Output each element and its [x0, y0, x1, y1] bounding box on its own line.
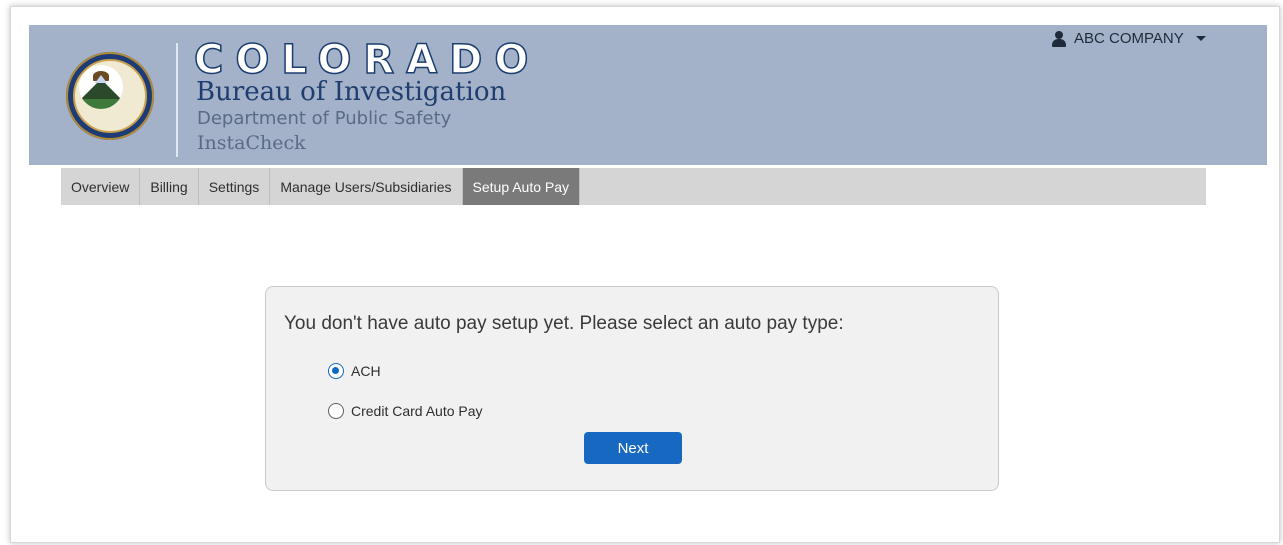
main-nav: Overview Billing Settings Manage Users/S…: [61, 168, 1206, 205]
tab-overview[interactable]: Overview: [61, 168, 141, 205]
header-subtitle-department: Department of Public Safety: [197, 108, 452, 129]
tab-manage-users-subsidiaries[interactable]: Manage Users/Subsidiaries: [270, 168, 463, 205]
auto-pay-prompt: You don't have auto pay setup yet. Pleas…: [284, 313, 844, 334]
site-header: COLORADO Bureau of Investigation Departm…: [29, 25, 1267, 165]
ach-label: ACH: [351, 363, 381, 379]
ach-radio[interactable]: [328, 363, 344, 379]
next-button[interactable]: Next: [584, 432, 682, 464]
tab-setup-auto-pay[interactable]: Setup Auto Pay: [462, 168, 581, 205]
auto-pay-panel: You don't have auto pay setup yet. Pleas…: [265, 286, 999, 491]
radio-option-credit-card[interactable]: Credit Card Auto Pay: [328, 403, 483, 419]
cbi-seal-logo: [66, 52, 154, 140]
credit-card-label: Credit Card Auto Pay: [351, 403, 483, 419]
person-icon: [1052, 30, 1066, 47]
radio-option-ach[interactable]: ACH: [328, 363, 381, 379]
caret-down-icon: [1195, 36, 1206, 41]
tab-settings[interactable]: Settings: [199, 168, 271, 205]
credit-card-radio[interactable]: [328, 403, 344, 419]
company-menu[interactable]: ABC COMPANY: [1052, 30, 1206, 47]
app-window: COLORADO Bureau of Investigation Departm…: [10, 6, 1280, 543]
header-title-bureau: Bureau of Investigation: [196, 77, 507, 107]
header-divider: [176, 43, 178, 157]
company-name: ABC COMPANY: [1074, 30, 1184, 47]
tab-billing[interactable]: Billing: [140, 168, 199, 205]
header-subtitle-instacheck: InstaCheck: [197, 132, 306, 154]
